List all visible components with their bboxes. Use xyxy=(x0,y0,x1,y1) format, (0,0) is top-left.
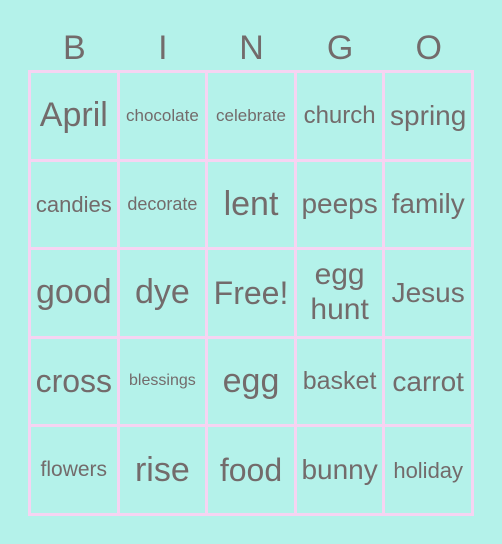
cell-text: April xyxy=(39,96,108,135)
cell-text: carrot xyxy=(392,365,464,397)
cell-text: rise xyxy=(134,450,190,489)
bingo-cell[interactable]: flowers xyxy=(31,427,117,513)
cell-text: Jesus xyxy=(391,276,465,308)
bingo-cell[interactable]: carrot xyxy=(385,338,471,425)
cell-text: basket xyxy=(302,367,377,396)
bingo-cell[interactable]: rise xyxy=(119,427,206,513)
header-letter: I xyxy=(158,29,168,67)
cell-text: egg xyxy=(222,362,280,401)
cell-text: candies xyxy=(35,191,112,217)
bingo-cell[interactable]: basket xyxy=(296,338,383,425)
cell-text: lent xyxy=(223,184,279,223)
bingo-cell[interactable]: food xyxy=(208,427,294,513)
cell-text: bunny xyxy=(301,454,378,486)
bingo-cell[interactable]: good xyxy=(31,250,117,336)
cell-text: church xyxy=(303,102,376,129)
bingo-cell[interactable]: candies xyxy=(31,161,117,248)
bingo-cell[interactable]: egg hunt xyxy=(296,250,383,336)
cell-text: decorate xyxy=(127,194,198,215)
bingo-cell[interactable]: cross xyxy=(31,338,117,425)
cell-text: egg hunt xyxy=(310,258,369,326)
bingo-cell[interactable]: Free! xyxy=(208,250,294,336)
header-letter: G xyxy=(326,29,354,67)
cell-text: spring xyxy=(390,99,467,131)
bingo-grid: April chocolate celebrate church spring candi… xyxy=(28,70,474,516)
bingo-cell[interactable]: egg xyxy=(208,338,294,425)
bingo-cell[interactable]: Jesus xyxy=(385,250,471,336)
cell-text: cross xyxy=(35,363,113,400)
bingo-cell[interactable]: spring xyxy=(385,73,471,159)
bingo-cell[interactable]: celebrate xyxy=(208,73,294,159)
bingo-cell[interactable]: blessings xyxy=(119,338,206,425)
cell-text: flowers xyxy=(40,458,108,482)
cell-text: blessings xyxy=(129,372,196,390)
header-letter: O xyxy=(415,29,442,67)
bingo-cell[interactable]: holiday xyxy=(385,427,471,513)
cell-text: food xyxy=(219,451,283,488)
cell-text: Free! xyxy=(213,274,289,311)
bingo-cell[interactable]: lent xyxy=(208,161,294,248)
bingo-cell[interactable]: church xyxy=(296,73,383,159)
bingo-cell[interactable]: dye xyxy=(119,250,206,336)
header-letter: N xyxy=(239,29,264,67)
bingo-cell[interactable]: decorate xyxy=(119,161,206,248)
bingo-cell[interactable]: family xyxy=(385,161,471,248)
cell-text: chocolate xyxy=(126,106,199,126)
cell-text: family xyxy=(391,188,465,220)
bingo-cell[interactable]: peeps xyxy=(296,161,383,248)
header-letter: B xyxy=(62,29,86,67)
bingo-cell[interactable]: April xyxy=(31,73,117,159)
bingo-header: BINGO xyxy=(30,28,473,68)
bingo-cell[interactable]: chocolate xyxy=(119,73,206,159)
cell-text: good xyxy=(35,273,112,312)
cell-text: holiday xyxy=(393,457,464,483)
cell-text: dye xyxy=(134,273,190,312)
cell-text: peeps xyxy=(301,188,378,220)
bingo-cell[interactable]: bunny xyxy=(296,427,383,513)
cell-text: celebrate xyxy=(216,106,286,126)
